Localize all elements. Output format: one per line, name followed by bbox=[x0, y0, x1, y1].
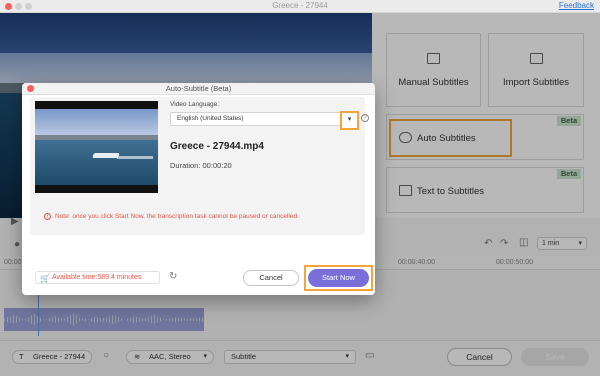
dialog-content: Video Language: English (United States) … bbox=[30, 97, 369, 235]
dialog-cancel-button[interactable]: Cancel bbox=[243, 270, 299, 286]
file-name: Greece - 27944.mp4 bbox=[170, 141, 264, 152]
info-icon[interactable]: ? bbox=[361, 114, 369, 122]
available-time-text: Available time:589.4 minutes bbox=[52, 274, 142, 281]
chevron-down-icon: ▾ bbox=[347, 116, 352, 123]
warning-text: Note: once you click Start Now, the tran… bbox=[55, 213, 299, 220]
video-thumbnail bbox=[35, 101, 158, 193]
duration: Duration: 00:00:20 bbox=[170, 161, 232, 170]
available-time-badge[interactable]: 🛒 Available time:589.4 minutes bbox=[35, 271, 160, 284]
refresh-icon[interactable]: ↻ bbox=[169, 271, 177, 282]
dialog-close-button[interactable] bbox=[27, 85, 34, 92]
feedback-link[interactable]: Feedback bbox=[559, 1, 594, 10]
auto-subtitle-dialog: Auto-Subtitle (Beta) Video Language: Eng… bbox=[22, 83, 375, 295]
language-dropdown-button[interactable]: ▾ bbox=[340, 111, 359, 130]
cart-icon: 🛒 bbox=[40, 274, 50, 283]
warning-icon: ! bbox=[44, 213, 51, 220]
video-language-select[interactable]: English (United States) bbox=[170, 112, 354, 126]
video-language-label: Video Language: bbox=[170, 101, 220, 108]
window-title: Greece - 27944 bbox=[272, 1, 328, 10]
start-now-button[interactable]: Start Now bbox=[308, 269, 369, 287]
dialog-title: Auto-Subtitle (Beta) bbox=[22, 83, 375, 95]
title-bar: Greece - 27944 Feedback bbox=[0, 0, 600, 13]
